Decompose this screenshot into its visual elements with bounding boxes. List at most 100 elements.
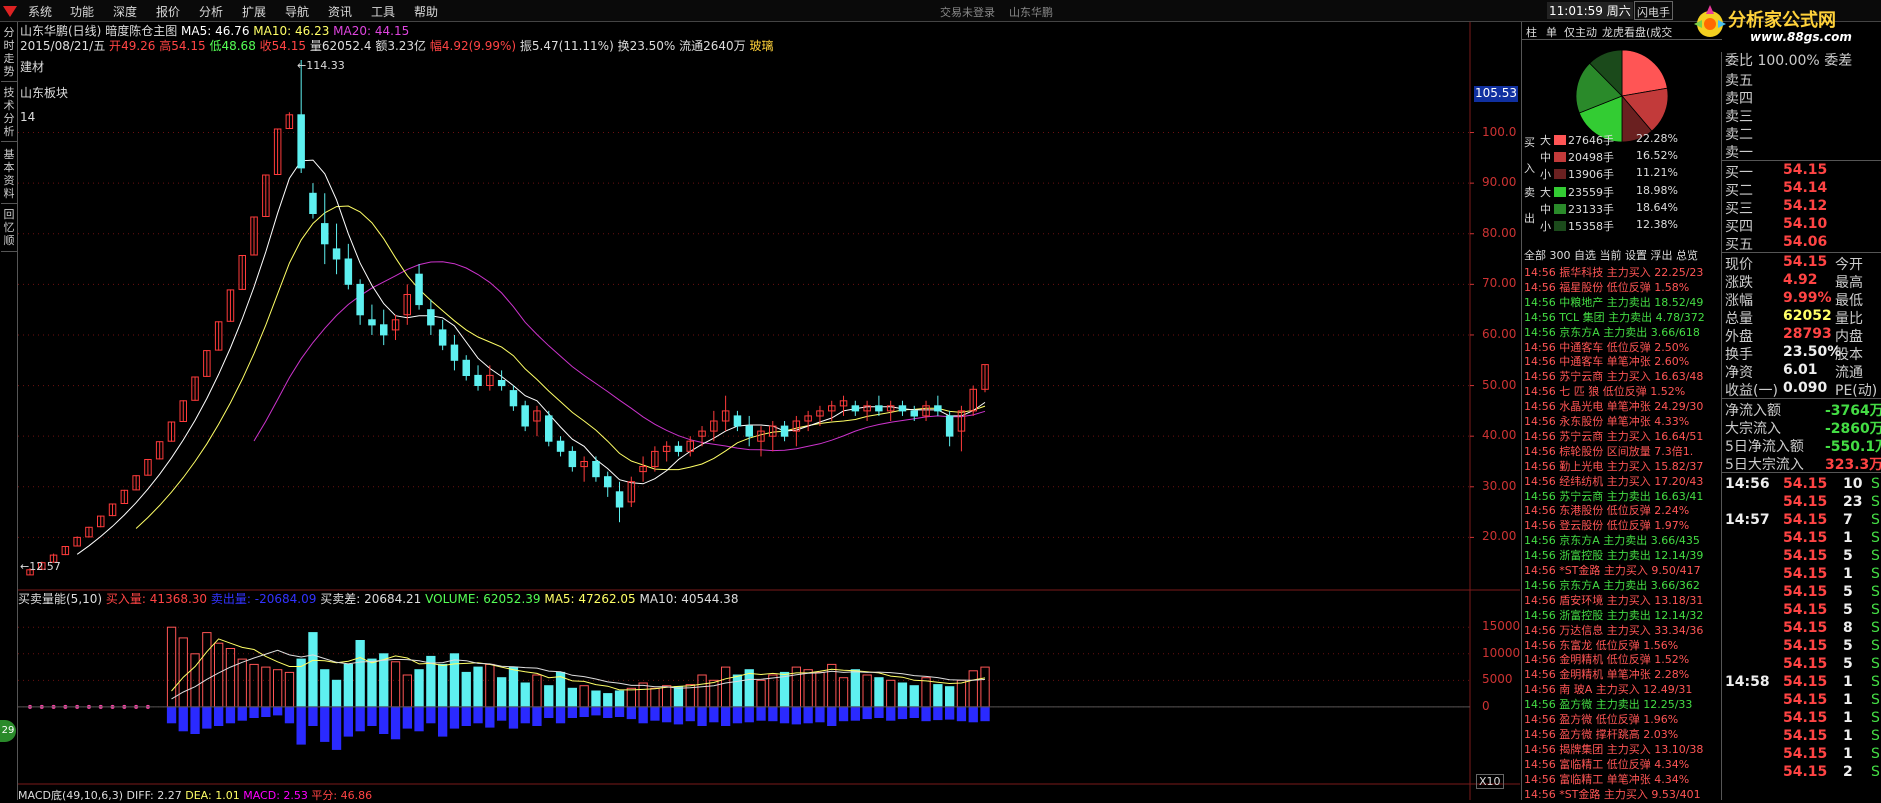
- tick-price: 54.15: [1783, 710, 1828, 726]
- news-time: 14:56: [1524, 266, 1556, 279]
- volume-ma10: MA10: 40544.38: [639, 592, 739, 606]
- news-item[interactable]: 14:56 棕轮股份 区间放量 7.3倍1.: [1524, 443, 1693, 458]
- volume-stat: 量62052.4: [309, 39, 372, 53]
- news-item[interactable]: 14:56 富临精工 单笔冲张 4.34%: [1524, 771, 1689, 786]
- amount-stat: 额3.23亿: [375, 39, 427, 53]
- filter-current[interactable]: 当前: [1600, 249, 1622, 262]
- sell-volume-bar: [791, 706, 802, 725]
- news-item[interactable]: 14:56 登云股份 低位反弹 1.97%: [1524, 517, 1689, 532]
- bar-date: 2015/08/21/五: [20, 39, 106, 53]
- buy-volume-bar: [438, 663, 448, 708]
- news-detail: 1.56%: [1643, 638, 1679, 652]
- news-item[interactable]: 14:56 福星股份 低位反弹 1.58%: [1524, 279, 1689, 294]
- news-item[interactable]: 14:56 浙富控股 主力卖出 12.14/39: [1524, 547, 1703, 563]
- news-detail: 1.52%: [1654, 653, 1690, 667]
- news-item[interactable]: 14:56 苏宁云商 主力买入 16.64/51: [1524, 428, 1703, 443]
- news-item[interactable]: 14:56 中通客车 低位反弹 2.50%: [1524, 339, 1689, 354]
- news-item[interactable]: 14:56 *ST金路 主力买入 9.50/417: [1524, 562, 1701, 577]
- news-item[interactable]: 14:56 水晶光电 单笔冲张 24.29/30: [1524, 398, 1703, 413]
- high-value: 54.15: [171, 39, 206, 53]
- chart-canvas[interactable]: [0, 0, 1520, 800]
- buy-volume-bar: [579, 685, 589, 708]
- bid-level-price: 54.12: [1783, 198, 1828, 214]
- tab-active-only[interactable]: 仅主动: [1564, 24, 1597, 40]
- tick-flag: S: [1871, 692, 1880, 708]
- news-time: 14:56: [1524, 564, 1556, 577]
- news-item[interactable]: 14:56 勤上光电 主力买入 15.82/37: [1524, 458, 1703, 473]
- sell-flow-swatch: [1554, 204, 1566, 214]
- buy-volume-bar: [850, 669, 861, 708]
- filter-float[interactable]: 浮出: [1651, 249, 1673, 262]
- news-stock: 苏宁云商: [1559, 489, 1604, 503]
- news-time: 14:56: [1524, 325, 1556, 339]
- tick-time: 14:57: [1725, 512, 1770, 528]
- stat-value: 9.99%: [1783, 290, 1832, 306]
- sell-volume-bar: [933, 706, 943, 721]
- news-item[interactable]: 14:56 盈方微 主力卖出 12.25/33: [1524, 696, 1692, 711]
- buy-volume-bar: [497, 677, 507, 708]
- volume-indicator-name: 买卖量能(5,10): [18, 592, 103, 606]
- news-item[interactable]: 14:56 盾安环境 主力买入 13.18/31: [1524, 592, 1703, 607]
- sell-volume-bar: [803, 706, 813, 724]
- news-item[interactable]: 14:56 万达信息 主力买入 33.34/36: [1524, 622, 1703, 637]
- candle-body: [592, 461, 600, 478]
- news-item[interactable]: 14:56 盈方微 撑杆跳高 2.03%: [1524, 726, 1678, 741]
- macd-dea: DEA: 1.01: [185, 789, 240, 802]
- quote-separator: [1722, 252, 1881, 253]
- news-event: 主力卖出: [1606, 608, 1651, 622]
- news-item[interactable]: 14:56 东富龙 低位反弹 1.56%: [1524, 637, 1679, 652]
- news-item[interactable]: 14:56 振华科技 主力买入 22.25/23: [1524, 264, 1703, 279]
- zoom-label[interactable]: X10: [1476, 774, 1504, 789]
- news-item[interactable]: 14:56 揭牌集团 主力买入 13.10/38: [1524, 741, 1703, 756]
- flow-row: 5日净流入额 -550.1万: [1725, 436, 1881, 455]
- news-event: 单笔冲张: [1606, 772, 1651, 786]
- sell-volume-bar: [626, 706, 637, 720]
- news-item[interactable]: 14:56 经纬纺机 主力买入 17.20/43: [1524, 473, 1703, 488]
- sell-volume-bar: [756, 706, 766, 721]
- candle-body: [733, 415, 742, 427]
- stat-value: 54.15: [1783, 254, 1828, 270]
- news-item[interactable]: 14:56 京东方A 主力卖出 3.66/618: [1524, 324, 1700, 339]
- news-item[interactable]: 14:56 永东股份 单笔冲张 4.33%: [1524, 413, 1689, 428]
- news-item[interactable]: 14:56 苏宁云商 主力买入 16.63/48: [1524, 368, 1703, 383]
- news-item[interactable]: 14:56 南 玻A 主力买入 12.49/31: [1524, 681, 1692, 696]
- news-event: 低位反弹: [1606, 280, 1651, 294]
- tab-single[interactable]: 单: [1546, 24, 1557, 40]
- buy-flow-row: 中 20498手 16.52%: [1536, 149, 1720, 165]
- buy-volume-bar: [567, 687, 578, 708]
- news-stock: 盾安环境: [1559, 593, 1604, 607]
- news-item[interactable]: 14:56 苏宁云商 主力卖出 16.63/41: [1524, 488, 1703, 503]
- news-stock: 中通客车: [1559, 340, 1604, 354]
- tick-price: 54.15: [1783, 638, 1828, 654]
- news-item[interactable]: 14:56 富临精工 低位反弹 4.34%: [1524, 756, 1689, 771]
- filter-300[interactable]: 300: [1550, 249, 1571, 262]
- filter-watchlist[interactable]: 自选: [1574, 249, 1596, 262]
- news-item[interactable]: 14:56 中通客车 单笔冲张 2.60%: [1524, 353, 1689, 368]
- close-value: 54.15: [271, 39, 307, 53]
- news-item[interactable]: 14:56 七 匹 狼 低位反弹 1.52%: [1524, 383, 1685, 398]
- news-item[interactable]: 14:56 *ST金路 主力买入 9.53/401: [1524, 786, 1701, 801]
- flow-label: 5日大宗流入: [1725, 457, 1804, 473]
- news-item[interactable]: 14:56 京东方A 主力卖出 3.66/435: [1524, 532, 1700, 547]
- news-item[interactable]: 14:56 TCL 集团 主力卖出 4.78/372: [1524, 309, 1705, 324]
- filter-all[interactable]: 全部: [1524, 249, 1546, 262]
- bid-level-row: 买二 54.14: [1725, 180, 1827, 199]
- macd-name: MACD底(49,10,6,3): [18, 789, 124, 802]
- tab-dragon-tiger[interactable]: 龙虎看盘(成交: [1602, 24, 1672, 40]
- news-item[interactable]: 14:56 京东方A 主力卖出 3.66/362: [1524, 577, 1700, 592]
- sell-volume-bar: [178, 706, 188, 732]
- filter-settings[interactable]: 设置: [1625, 249, 1647, 262]
- news-item[interactable]: 14:56 盈方微 低位反弹 1.96%: [1524, 711, 1678, 726]
- candle-body: [297, 114, 305, 169]
- news-event: 主力卖出: [1606, 549, 1651, 563]
- news-item[interactable]: 14:56 浙富控股 主力卖出 12.14/32: [1524, 607, 1703, 622]
- stat-label-2: 流通: [1835, 365, 1863, 381]
- filter-overview[interactable]: 总览: [1676, 249, 1698, 262]
- news-item[interactable]: 14:56 中粮地产 主力卖出 18.52/49: [1524, 294, 1703, 309]
- tab-bar[interactable]: 柱: [1526, 24, 1537, 40]
- flash-trade-button[interactable]: 闪电手: [1634, 1, 1673, 20]
- news-item[interactable]: 14:56 东港股份 低位反弹 2.24%: [1524, 502, 1689, 517]
- news-item[interactable]: 14:56 金明精机 单笔冲张 2.28%: [1524, 666, 1689, 681]
- news-item[interactable]: 14:56 金明精机 低位反弹 1.52%: [1524, 651, 1690, 667]
- sell-volume-bar: [945, 706, 955, 720]
